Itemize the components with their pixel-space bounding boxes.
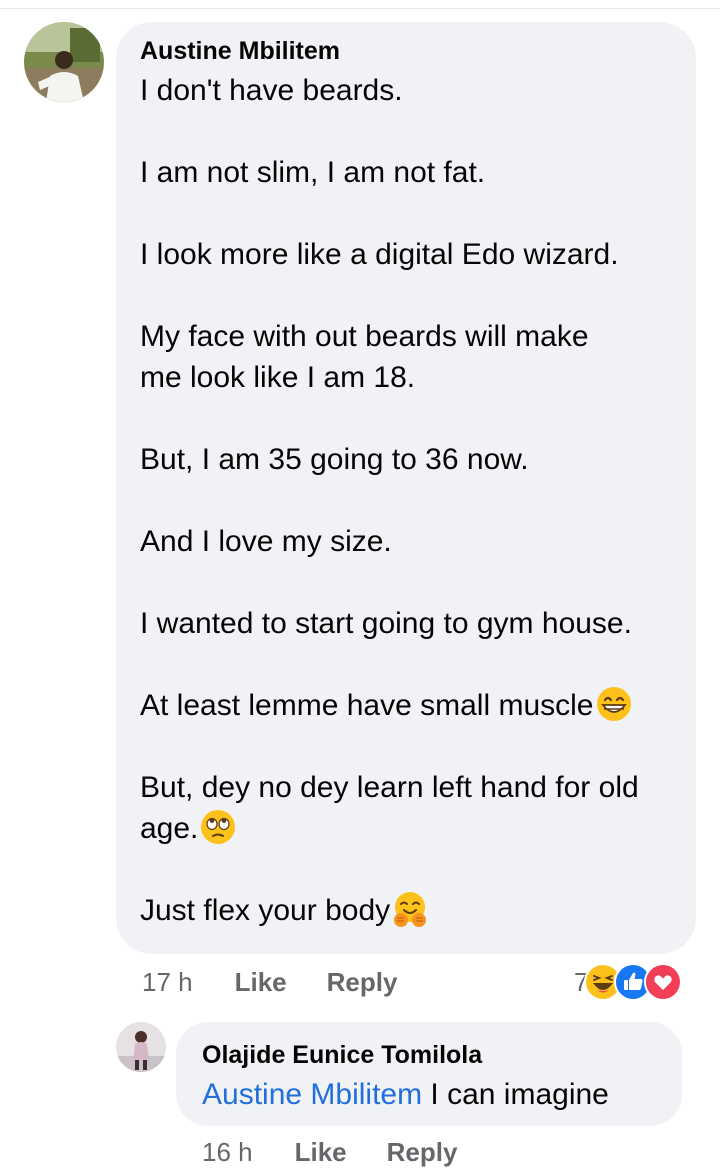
comment-line: Just flex your body xyxy=(140,890,672,931)
comment-line: me look like I am 18. xyxy=(140,357,672,398)
comment-line-text: I look more like a digital Edo wizard. xyxy=(140,238,619,271)
comment-line: But, dey no dey learn left hand for old xyxy=(140,767,672,808)
comment-line-text: I wanted to start going to gym house. xyxy=(140,607,632,640)
comment-line: My face with out beards will make xyxy=(140,316,672,357)
comment-line-text: I don't have beards. xyxy=(140,74,403,107)
comment-paragraph: At least lemme have small muscle xyxy=(140,685,672,726)
comment-actions: 17 h Like Reply xyxy=(142,964,397,1000)
reply-author[interactable]: Olajide Eunice Tomilola xyxy=(202,1040,656,1070)
comment-paragraph: And I love my size. xyxy=(140,521,672,562)
comment-line: I don't have beards. xyxy=(140,70,672,111)
reply-text-body: I can imagine xyxy=(430,1078,609,1111)
avatar-photo xyxy=(24,22,104,102)
comment-line: age. xyxy=(140,808,672,849)
comment-timestamp[interactable]: 17 h xyxy=(142,967,193,998)
comment-author[interactable]: Austine Mbilitem xyxy=(140,36,672,66)
avatar-photo xyxy=(116,1022,166,1072)
comment-line-text: But, I am 35 going to 36 now. xyxy=(140,443,529,476)
reaction-summary[interactable]: 7 xyxy=(574,962,683,1002)
comment-line: I look more like a digital Edo wizard. xyxy=(140,234,672,275)
like-button[interactable]: Like xyxy=(295,1137,347,1168)
grinning-face-emoji xyxy=(596,686,632,722)
comment-line: But, I am 35 going to 36 now. xyxy=(140,439,672,480)
reply-actions: 16 h Like Reply xyxy=(202,1134,457,1168)
love-reaction-icon xyxy=(644,963,683,1001)
mention-link[interactable]: Austine Mbilitem xyxy=(202,1078,422,1111)
comment-line-text: me look like I am 18. xyxy=(140,361,416,394)
comment-line-text: I am not slim, I am not fat. xyxy=(140,156,486,189)
comment-line-text: And I love my size. xyxy=(140,525,392,558)
comment-paragraph: But, I am 35 going to 36 now. xyxy=(140,439,672,480)
comment-line-text: At least lemme have small muscle xyxy=(140,689,594,722)
comment-line: I wanted to start going to gym house. xyxy=(140,603,672,644)
reply-button[interactable]: Reply xyxy=(387,1137,458,1168)
reply-bubble: Olajide Eunice Tomilola Austine Mbilitem… xyxy=(176,1022,682,1126)
comment-line-text: My face with out beards will make xyxy=(140,320,589,353)
comment-paragraph: I wanted to start going to gym house. xyxy=(140,603,672,644)
reply-timestamp[interactable]: 16 h xyxy=(202,1137,253,1168)
comment-line: At least lemme have small muscle xyxy=(140,685,672,726)
comment-thread: Austine Mbilitem I don't have beards. I a… xyxy=(0,0,720,1168)
comment-line-text: But, dey no dey learn left hand for old xyxy=(140,771,639,804)
avatar[interactable] xyxy=(24,22,104,102)
comment-paragraph: I am not slim, I am not fat. xyxy=(140,152,672,193)
comment-line-text: Just flex your body xyxy=(140,894,391,927)
comment-paragraph: But, dey no dey learn left hand for old a… xyxy=(140,767,672,849)
reply-button[interactable]: Reply xyxy=(327,967,398,998)
eye-roll-emoji xyxy=(200,809,236,845)
comment-paragraph: Just flex your body xyxy=(140,890,672,931)
comment-line: And I love my size. xyxy=(140,521,672,562)
like-button[interactable]: Like xyxy=(235,967,287,998)
comment-line: I am not slim, I am not fat. xyxy=(140,152,672,193)
reply-avatar[interactable] xyxy=(116,1022,166,1072)
hugging-face-emoji xyxy=(392,891,428,927)
comment-paragraph: My face with out beards will make me look… xyxy=(140,316,672,398)
divider xyxy=(0,8,720,9)
comment-paragraph: I don't have beards. xyxy=(140,70,672,111)
reply-text: Austine Mbilitem I can imagine xyxy=(202,1074,656,1115)
comment-paragraph: I look more like a digital Edo wizard. xyxy=(140,234,672,275)
comment-text: I don't have beards. I am not slim, I am … xyxy=(140,70,672,931)
comment-line-text: age. xyxy=(140,812,199,845)
comment-bubble: Austine Mbilitem I don't have beards. I a… xyxy=(116,22,696,954)
